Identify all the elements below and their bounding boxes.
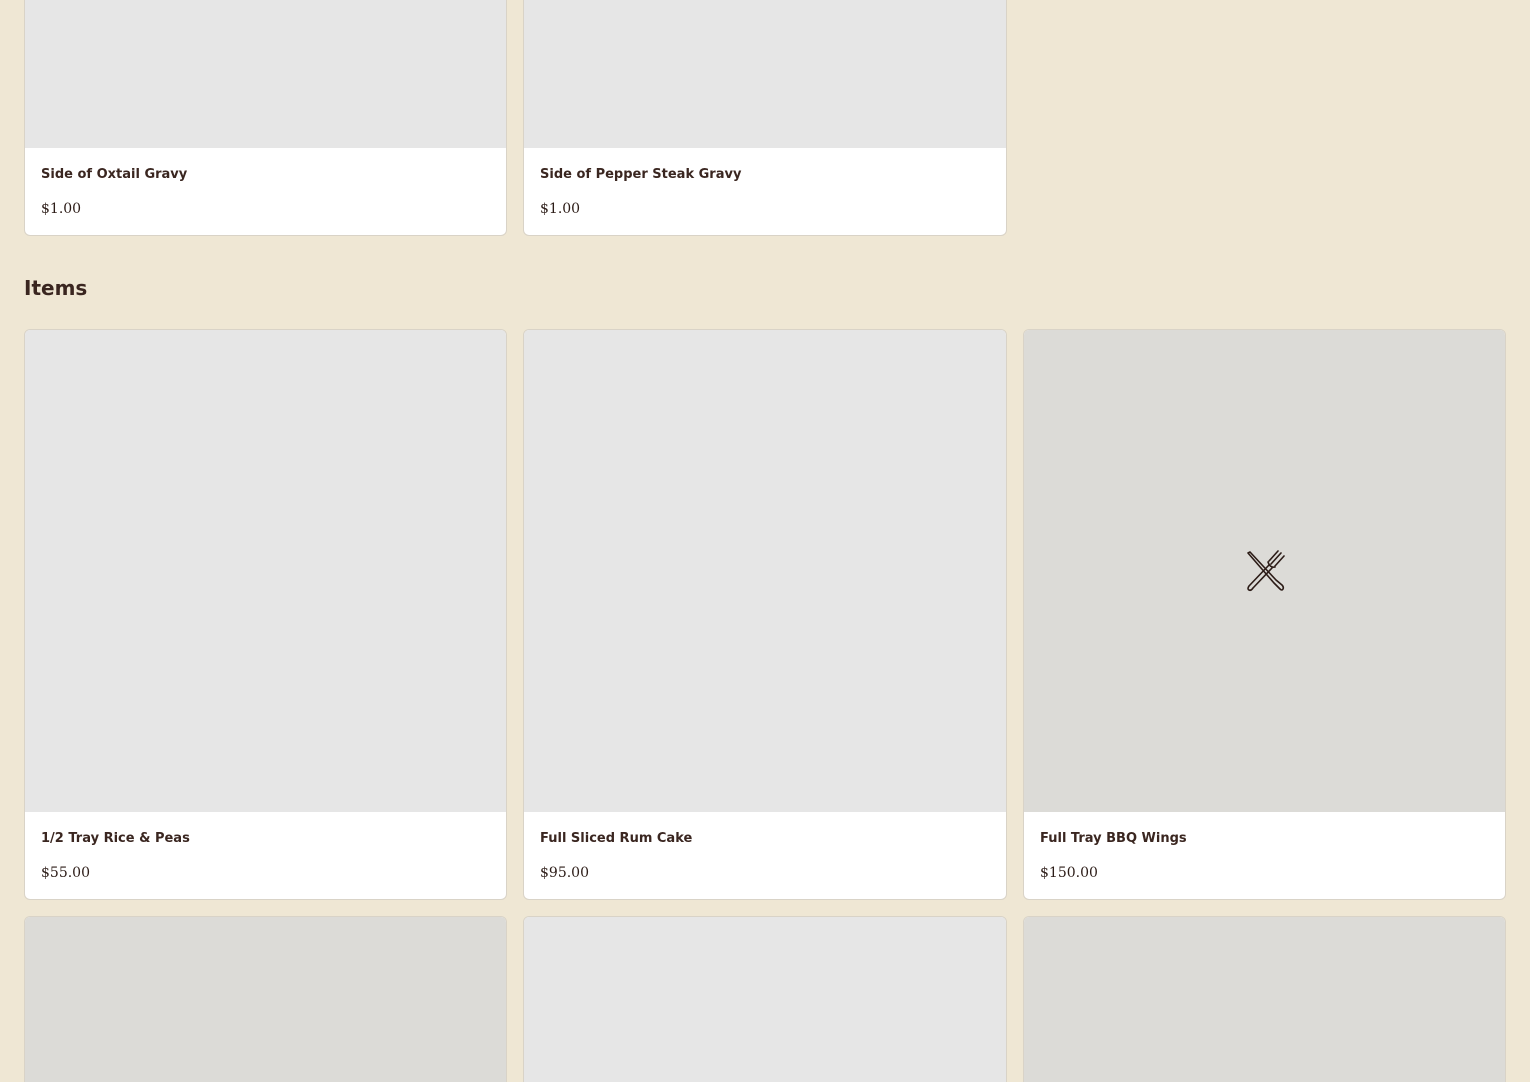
menu-item-card[interactable]: Full Tray BBQ Wings $150.00 <box>1023 329 1506 900</box>
item-name: Full Tray BBQ Wings <box>1040 831 1187 846</box>
item-price: $95.00 <box>540 865 589 881</box>
item-image-placeholder <box>1024 330 1505 812</box>
section-title: Items <box>24 276 88 300</box>
item-image-placeholder <box>25 330 506 812</box>
item-image-placeholder <box>524 917 1006 1082</box>
item-price: $1.00 <box>41 201 82 217</box>
item-image-placeholder <box>524 330 1006 812</box>
item-image-placeholder <box>1024 917 1505 1082</box>
menu-item-card[interactable] <box>523 916 1007 1082</box>
menu-item-card[interactable] <box>1023 916 1506 1082</box>
menu-item-card[interactable] <box>24 916 507 1082</box>
menu-item-card[interactable]: Full Sliced Rum Cake $95.00 <box>523 329 1007 900</box>
item-name: Side of Pepper Steak Gravy <box>540 167 742 182</box>
item-price: $55.00 <box>41 865 90 881</box>
menu-item-card[interactable]: Side of Oxtail Gravy $1.00 <box>24 0 507 236</box>
menu-page: Side of Oxtail Gravy $1.00 Side of Peppe… <box>0 0 1530 1082</box>
item-name: Side of Oxtail Gravy <box>41 167 188 182</box>
fork-knife-icon <box>1246 550 1285 592</box>
item-price: $1.00 <box>540 201 581 217</box>
menu-item-card[interactable]: 1/2 Tray Rice & Peas $55.00 <box>24 329 507 900</box>
item-image-placeholder <box>25 0 506 148</box>
menu-item-card[interactable]: Side of Pepper Steak Gravy $1.00 <box>523 0 1007 236</box>
item-image-placeholder <box>25 917 506 1082</box>
item-name: Full Sliced Rum Cake <box>540 831 693 846</box>
item-name: 1/2 Tray Rice & Peas <box>41 831 190 846</box>
item-price: $150.00 <box>1040 865 1098 881</box>
item-image-placeholder <box>524 0 1006 148</box>
